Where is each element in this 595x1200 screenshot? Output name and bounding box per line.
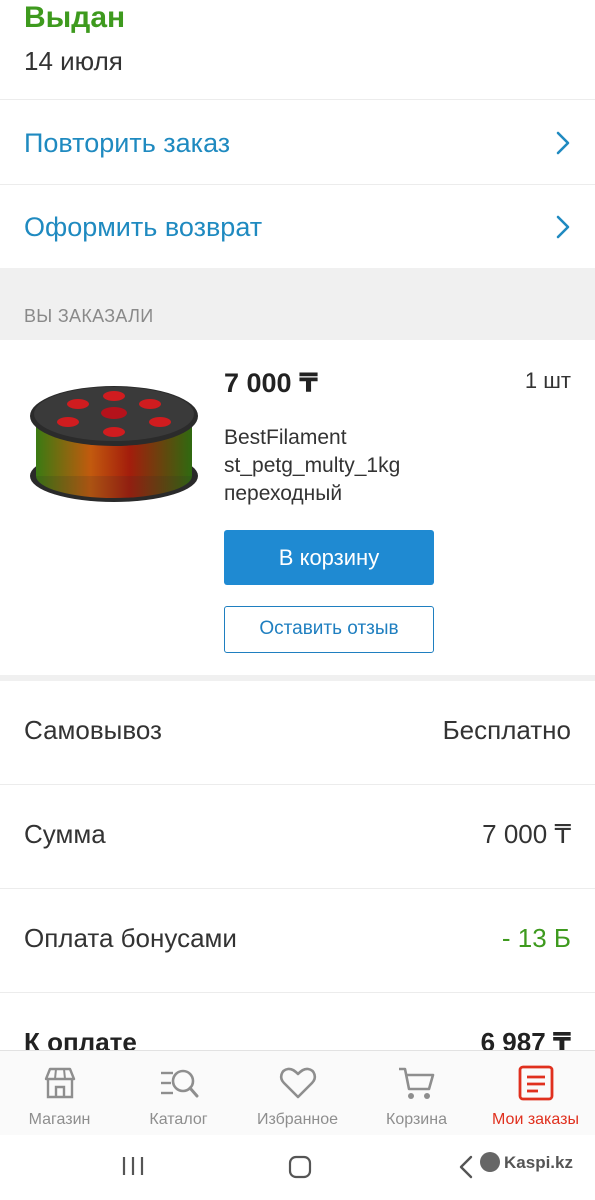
recent-apps-icon[interactable] xyxy=(118,1153,148,1179)
chevron-right-icon xyxy=(556,131,570,155)
return-order-row[interactable]: Оформить возврат xyxy=(0,185,595,269)
home-icon[interactable] xyxy=(286,1153,314,1181)
summary-row-delivery: Самовывоз Бесплатно xyxy=(0,681,595,785)
nav-item-orders[interactable]: Мои заказы xyxy=(476,1051,595,1136)
chevron-right-icon xyxy=(556,215,570,239)
summary-value: 7 000 ₸ xyxy=(482,819,571,849)
product-image[interactable] xyxy=(28,376,200,506)
order-status-title: Выдан xyxy=(24,1,126,34)
product-price: 7 000 ₸ xyxy=(224,368,318,398)
nav-label: Избранное xyxy=(256,1111,339,1128)
repeat-order-row[interactable]: Повторить заказ xyxy=(0,101,595,185)
summary-value: Бесплатно xyxy=(442,715,571,745)
product-name[interactable]: BestFilament st_petg_multy_1kg переходны… xyxy=(224,424,474,508)
nav-item-favorites[interactable]: Избранное xyxy=(238,1051,357,1136)
nav-item-cart[interactable]: Корзина xyxy=(357,1051,476,1136)
nav-item-shop[interactable]: Магазин xyxy=(0,1051,119,1136)
orders-icon xyxy=(518,1065,554,1101)
product-name-line: st_petg_multy_1kg xyxy=(224,454,401,477)
leave-review-button[interactable]: Оставить отзыв xyxy=(224,606,434,653)
summary-value-bonus: - 13 Б xyxy=(501,923,571,953)
summary-key: Сумма xyxy=(24,819,106,849)
nav-label: Корзина xyxy=(386,1111,447,1128)
product-name-line: переходный xyxy=(224,482,343,505)
order-status-date: 14 июля xyxy=(24,46,123,76)
product-quantity: 1 шт xyxy=(524,368,571,393)
product-name-line: BestFilament xyxy=(224,426,347,449)
nav-label: Каталог xyxy=(149,1111,208,1128)
product-card: 7 000 ₸ 1 шт BestFilament st_petg_multy_… xyxy=(0,340,595,675)
ordered-section-header: ВЫ ЗАКАЗАЛИ xyxy=(0,268,595,340)
kaspi-watermark: Kaspi.kz xyxy=(480,1152,573,1173)
kaspi-logo-icon xyxy=(480,1152,501,1172)
summary-row-bonus: Оплата бонусами - 13 Б xyxy=(0,889,595,993)
summary-key: Оплата бонусами xyxy=(24,923,237,953)
nav-label: Мои заказы xyxy=(492,1111,579,1128)
repeat-order-label: Повторить заказ xyxy=(24,128,231,158)
cart-icon xyxy=(399,1067,435,1099)
nav-item-catalog[interactable]: Каталог xyxy=(119,1051,238,1136)
shop-icon xyxy=(44,1067,76,1099)
bottom-nav: Магазин Каталог Избранное Корзина Мои за… xyxy=(0,1050,595,1135)
back-icon[interactable] xyxy=(456,1153,476,1181)
summary-key: Самовывоз xyxy=(24,715,162,745)
heart-icon xyxy=(279,1067,317,1099)
summary-row-sum: Сумма 7 000 ₸ xyxy=(0,785,595,889)
catalog-search-icon xyxy=(161,1069,199,1098)
nav-label: Магазин xyxy=(28,1111,91,1128)
add-to-cart-button[interactable]: В корзину xyxy=(224,530,434,585)
order-status-block: Выдан 14 июля xyxy=(0,0,595,100)
section-title: ВЫ ЗАКАЗАЛИ xyxy=(24,306,154,326)
watermark-text: Kaspi.kz xyxy=(504,1153,573,1172)
return-order-label: Оформить возврат xyxy=(24,212,263,242)
